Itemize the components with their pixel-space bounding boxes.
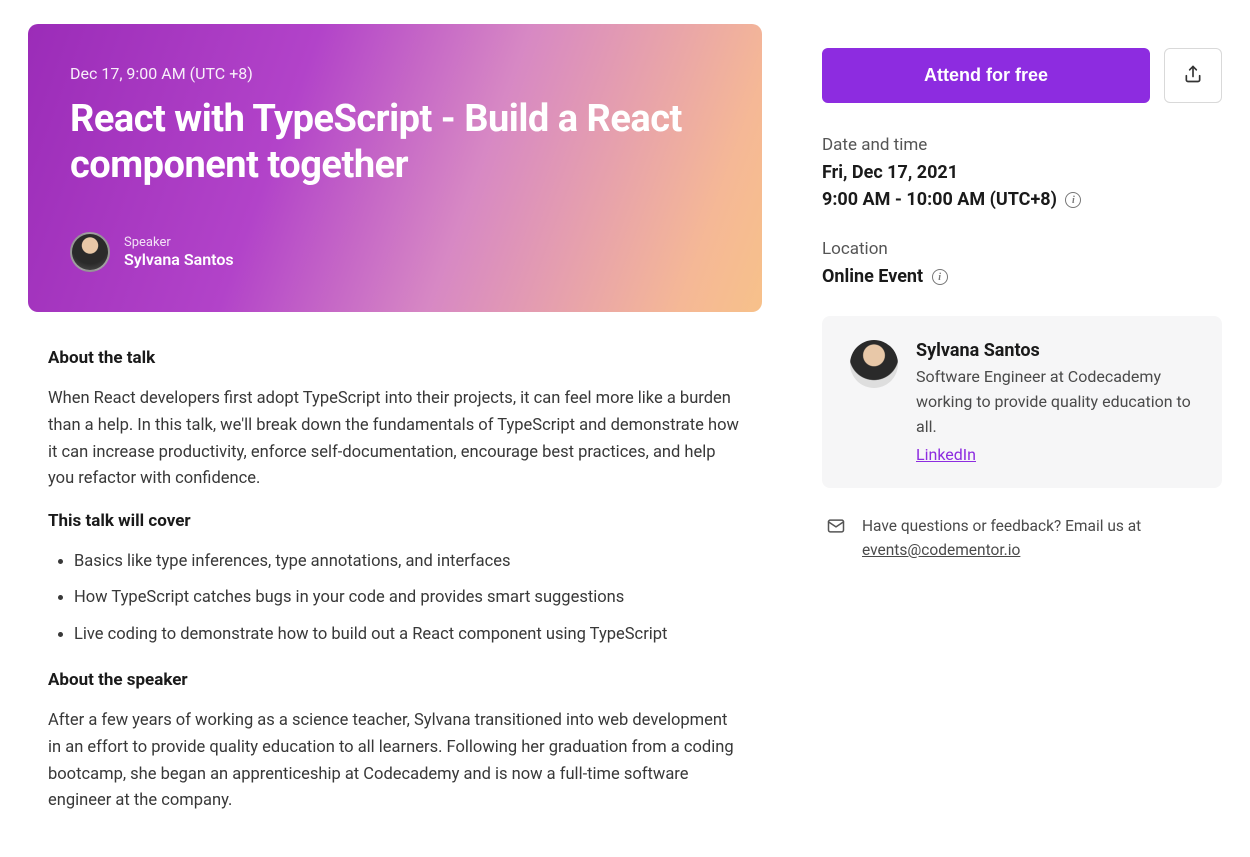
speaker-linkedin-link[interactable]: LinkedIn	[916, 445, 976, 464]
event-hero: Dec 17, 9:00 AM (UTC +8) React with Type…	[28, 24, 762, 312]
speaker-card: Sylvana Santos Software Engineer at Code…	[822, 316, 1222, 488]
speaker-avatar	[70, 232, 110, 272]
contact-row: Have questions or feedback? Email us at …	[822, 514, 1222, 562]
cover-item: How TypeScript catches bugs in your code…	[74, 585, 742, 611]
location-block: Location Online Event i	[822, 239, 1222, 290]
location-label: Location	[822, 239, 1222, 259]
hero-date: Dec 17, 9:00 AM (UTC +8)	[70, 64, 720, 83]
speaker-card-avatar	[850, 340, 898, 388]
datetime-label: Date and time	[822, 135, 1222, 155]
contact-email-link[interactable]: events@codementor.io	[862, 541, 1020, 559]
contact-prefix: Have questions or feedback? Email us at	[862, 517, 1141, 535]
share-button[interactable]	[1164, 48, 1222, 103]
speaker-about-body: After a few years of working as a scienc…	[48, 708, 742, 815]
speaker-card-name: Sylvana Santos	[916, 340, 1194, 361]
speaker-label: Speaker	[124, 235, 234, 250]
cover-heading: This talk will cover	[48, 511, 742, 531]
hero-speaker: Speaker Sylvana Santos	[70, 232, 720, 272]
location-info-icon[interactable]: i	[932, 269, 948, 285]
speaker-name: Sylvana Santos	[124, 250, 234, 269]
cover-item: Live coding to demonstrate how to build …	[74, 622, 742, 648]
speaker-card-bio: Software Engineer at Codecademy working …	[916, 365, 1194, 439]
location-value: Online Event	[822, 266, 923, 287]
about-heading: About the talk	[48, 348, 742, 368]
share-icon	[1183, 64, 1203, 87]
datetime-time: 9:00 AM - 10:00 AM (UTC+8)	[822, 189, 1057, 210]
datetime-block: Date and time Fri, Dec 17, 2021 9:00 AM …	[822, 135, 1222, 213]
cover-list: Basics like type inferences, type annota…	[48, 549, 742, 648]
about-body: When React developers first adopt TypeSc…	[48, 386, 742, 493]
hero-title: React with TypeScript - Build a React co…	[70, 97, 720, 188]
speaker-about-heading: About the speaker	[48, 670, 742, 690]
attend-button[interactable]: Attend for free	[822, 48, 1150, 103]
datetime-date: Fri, Dec 17, 2021	[822, 159, 1222, 186]
mail-icon	[826, 516, 846, 543]
cover-item: Basics like type inferences, type annota…	[74, 549, 742, 575]
timezone-info-icon[interactable]: i	[1065, 192, 1081, 208]
